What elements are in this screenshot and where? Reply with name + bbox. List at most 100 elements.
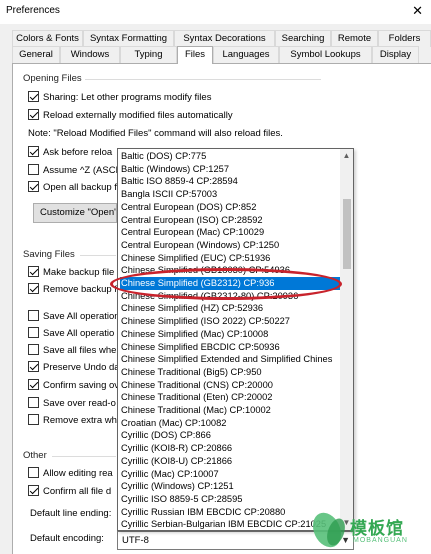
checkbox[interactable] <box>28 344 39 355</box>
allow-editing-readonly-option[interactable]: Allow editing rea <box>28 467 113 482</box>
save-all-files-label: Save all files when <box>43 345 122 357</box>
encoding-option[interactable]: Cyrillic (DOS) CP:866 <box>120 429 340 442</box>
encoding-option[interactable]: Central European (Mac) CP:10029 <box>120 226 340 239</box>
encoding-option[interactable]: Cyrillic (Mac) CP:10007 <box>120 468 340 481</box>
sharing-option[interactable]: Sharing: Let other programs modify files <box>28 91 212 106</box>
encoding-option[interactable]: Cyrillic Serbian-Bulgarian IBM EBCDIC CP… <box>120 518 340 530</box>
confirm-all-file-option[interactable]: Confirm all file d <box>28 485 111 500</box>
ask-before-reload-option[interactable]: Ask before reloa <box>28 146 112 161</box>
remove-extra-whitespace-option[interactable]: Remove extra wh <box>28 414 117 429</box>
encoding-option[interactable]: Cyrillic (KOI8-R) CP:20866 <box>120 442 340 455</box>
divider <box>80 255 116 256</box>
remove-backup-option[interactable]: Remove backup f <box>28 283 117 298</box>
encoding-option[interactable]: Cyrillic (KOI8-U) CP:21866 <box>120 455 340 468</box>
tab-display[interactable]: Display <box>372 46 419 63</box>
checkbox[interactable] <box>28 266 39 277</box>
encoding-option[interactable]: Cyrillic (Windows) CP:1251 <box>120 480 340 493</box>
open-all-backup-option[interactable]: Open all backup f <box>28 181 117 196</box>
default-encoding-label: Default encoding: <box>30 533 104 544</box>
checkbox[interactable] <box>28 310 39 321</box>
checkbox[interactable] <box>28 91 39 102</box>
tab-searching[interactable]: Searching <box>275 30 331 47</box>
remove-backup-label: Remove backup f <box>43 284 117 296</box>
save-over-label: Save over read-o <box>43 398 116 410</box>
close-icon[interactable]: ✕ <box>412 3 423 19</box>
encoding-option[interactable]: Central European (ISO) CP:28592 <box>120 214 340 227</box>
checkbox[interactable] <box>28 414 39 425</box>
tab-general[interactable]: General <box>12 46 60 63</box>
reload-note: Note: "Reload Modified Files" command wi… <box>28 128 283 139</box>
checkbox[interactable] <box>28 327 39 338</box>
encoding-option[interactable]: Chinese Simplified (EUC) CP:51936 <box>120 252 340 265</box>
tab-languages[interactable]: Languages <box>213 46 279 63</box>
default-line-ending-label: Default line ending: <box>30 508 112 519</box>
checkbox[interactable] <box>28 146 39 157</box>
encoding-option[interactable]: Bangla ISCII CP:57003 <box>120 188 340 201</box>
save-all-operation-option-2[interactable]: Save All operatio <box>28 327 114 342</box>
encoding-option[interactable]: Central European (DOS) CP:852 <box>120 201 340 214</box>
encoding-option[interactable]: Cyrillic Russian IBM EBCDIC CP:20880 <box>120 506 340 519</box>
reload-option[interactable]: Reload externally modified files automat… <box>28 109 233 124</box>
allow-editing-label: Allow editing rea <box>43 468 113 480</box>
window-title: Preferences <box>6 5 60 16</box>
make-backup-option[interactable]: Make backup file <box>28 266 115 281</box>
scroll-up-icon[interactable]: ▲ <box>340 149 353 163</box>
tab-row-top: Colors & Fonts Syntax Formatting Syntax … <box>12 30 431 47</box>
checkbox[interactable] <box>28 379 39 390</box>
encoding-option[interactable]: Chinese Simplified EBCDIC CP:50936 <box>120 341 340 354</box>
divider <box>52 456 116 457</box>
tab-colors-fonts[interactable]: Colors & Fonts <box>12 30 83 47</box>
encoding-dropdown-list[interactable]: Cyrillic Serbian-Bulgarian IBM EBCDIC CP… <box>117 148 354 531</box>
assume-label: Assume ^Z (ASCII <box>43 165 121 177</box>
checkbox[interactable] <box>28 467 39 478</box>
encoding-option[interactable]: Chinese Traditional (Eten) CP:20002 <box>120 391 340 404</box>
opening-files-heading: Opening Files <box>23 73 82 84</box>
encoding-option[interactable]: Chinese Simplified (HZ) CP:52936 <box>120 302 340 315</box>
encoding-option[interactable]: Croatian (Mac) CP:10082 <box>120 417 340 430</box>
checkbox[interactable] <box>28 361 39 372</box>
encoding-option[interactable]: Chinese Simplified (GB2312) CP:936 <box>120 277 340 290</box>
assume-ctrl-z-option[interactable]: Assume ^Z (ASCII <box>28 164 121 179</box>
encoding-option[interactable]: Baltic ISO 8859-4 CP:28594 <box>120 175 340 188</box>
watermark-text: 模板馆 <box>350 519 404 539</box>
preserve-undo-option[interactable]: Preserve Undo da <box>28 361 120 376</box>
encoding-option[interactable]: Cyrillic ISO 8859-5 CP:28595 <box>120 493 340 506</box>
confirm-saving-option[interactable]: Confirm saving ov <box>28 379 119 394</box>
encoding-option[interactable]: Central European (Windows) CP:1250 <box>120 239 340 252</box>
checkbox[interactable] <box>28 485 39 496</box>
checkbox[interactable] <box>28 283 39 294</box>
encoding-option[interactable]: Chinese Simplified (GB2312-80) CP:20936 <box>120 290 340 303</box>
checkbox[interactable] <box>28 164 39 175</box>
encoding-option[interactable]: Chinese Simplified (ISO 2022) CP:50227 <box>120 315 340 328</box>
encoding-option[interactable]: Chinese Simplified Extended and Simplifi… <box>120 353 340 366</box>
save-all-operation-option[interactable]: Save All operation <box>28 310 120 325</box>
encoding-option[interactable]: Chinese Traditional (CNS) CP:20000 <box>120 379 340 392</box>
encoding-option[interactable]: Baltic (DOS) CP:775 <box>120 150 340 163</box>
tab-files[interactable]: Files <box>177 46 213 64</box>
encoding-option[interactable]: Chinese Simplified (Mac) CP:10008 <box>120 328 340 341</box>
checkbox[interactable] <box>28 181 39 192</box>
checkbox[interactable] <box>28 397 39 408</box>
dropdown-scrollbar[interactable]: ▲ ▼ <box>340 149 353 530</box>
tab-syntax-decorations[interactable]: Syntax Decorations <box>174 30 275 47</box>
checkbox[interactable] <box>28 109 39 120</box>
save-over-readonly-option[interactable]: Save over read-o <box>28 397 116 412</box>
customize-open-button[interactable]: Customize "Open" <box>33 203 117 223</box>
encoding-option[interactable]: Chinese Traditional (Mac) CP:10002 <box>120 404 340 417</box>
tab-syntax-formatting[interactable]: Syntax Formatting <box>83 30 174 47</box>
tab-symbol-lookups[interactable]: Symbol Lookups <box>279 46 372 63</box>
encoding-option[interactable]: Baltic (Windows) CP:1257 <box>120 163 340 176</box>
scroll-thumb[interactable] <box>343 199 351 269</box>
sharing-label: Sharing: Let other programs modify files <box>43 92 212 104</box>
encoding-option[interactable]: Chinese Traditional (Big5) CP:950 <box>120 366 340 379</box>
tab-typing[interactable]: Typing <box>120 46 177 63</box>
encoding-value: UTF-8 <box>122 535 149 546</box>
openall-label: Open all backup f <box>43 182 117 194</box>
tab-folders[interactable]: Folders <box>378 30 431 47</box>
make-backup-label: Make backup file <box>43 267 115 279</box>
save-all-op1-label: Save All operation <box>43 311 120 323</box>
save-all-files-option[interactable]: Save all files when <box>28 344 122 359</box>
encoding-option[interactable]: Chinese Simplified (GB18030) CP:54936 <box>120 264 340 277</box>
tab-remote[interactable]: Remote <box>331 30 378 47</box>
tab-windows[interactable]: Windows <box>60 46 120 63</box>
